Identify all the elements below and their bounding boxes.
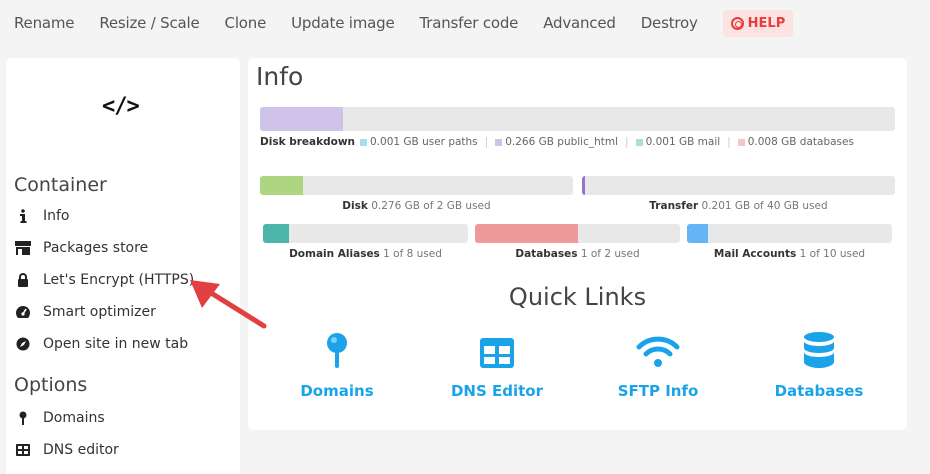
- quick-link-domains[interactable]: Domains: [267, 328, 407, 400]
- resize-scale-button[interactable]: Resize / Scale: [99, 14, 199, 32]
- mail-accounts-bar: [687, 224, 892, 243]
- clone-button[interactable]: Clone: [225, 14, 267, 32]
- legend-swatch: [495, 138, 503, 146]
- info-icon: [14, 208, 32, 224]
- disk-breakdown-label: Disk breakdown: [260, 136, 355, 148]
- container-section-title: Container: [14, 174, 107, 196]
- transfer-usage-fill: [582, 176, 585, 195]
- sidebar-item-dns-editor[interactable]: DNS editor: [14, 442, 119, 458]
- pin-icon: [14, 410, 32, 426]
- legend-swatch: [635, 138, 643, 146]
- quick-link-databases[interactable]: Databases: [749, 328, 889, 400]
- update-image-button[interactable]: Update image: [291, 14, 395, 32]
- disk-label: Disk: [342, 200, 368, 212]
- destroy-button[interactable]: Destroy: [641, 14, 698, 32]
- disk-value: 0.276 GB of 2 GB used: [371, 200, 491, 212]
- mail-accounts-fill: [687, 224, 708, 243]
- annotation-arrow-icon: [190, 280, 267, 329]
- domain-aliases-value: 1 of 8 used: [383, 248, 442, 260]
- sidebar-item-domains[interactable]: Domains: [14, 410, 105, 426]
- help-button[interactable]: HELP: [722, 9, 794, 37]
- transfer-label: Transfer: [649, 200, 699, 212]
- wifi-icon: [588, 328, 728, 368]
- help-label: HELP: [747, 15, 786, 31]
- disk-breakdown-legend: Disk breakdown 0.001 GB user paths | 0.2…: [260, 136, 854, 148]
- disk-usage-bar: [260, 176, 573, 195]
- sidebar-item-label: Domains: [43, 410, 105, 426]
- disk-usage-fill: [260, 176, 304, 195]
- quick-links-title: Quick Links: [508, 283, 647, 311]
- legend-databases: 0.008 GB databases: [747, 136, 854, 148]
- quick-link-label: Domains: [300, 382, 374, 400]
- quick-link-label: Databases: [774, 382, 864, 400]
- options-section-title: Options: [14, 374, 88, 396]
- databases-value: 1 of 2 used: [580, 248, 640, 260]
- domain-aliases-fill: [263, 224, 289, 243]
- database-icon: [749, 328, 889, 368]
- transfer-usage-bar: [582, 176, 895, 195]
- domain-aliases-bar: [263, 224, 468, 243]
- disk-breakdown-fill: [260, 107, 343, 131]
- legend-separator: |: [727, 136, 731, 148]
- legend-swatch: [360, 138, 367, 146]
- databases-caption: Databases 1 of 2 used: [475, 248, 680, 260]
- databases-bar: [475, 224, 680, 243]
- sidebar-item-open-site[interactable]: Open site in new tab: [14, 336, 188, 352]
- gauge-icon: [14, 304, 32, 320]
- sidebar-item-label: Open site in new tab: [43, 336, 189, 352]
- transfer-code-button[interactable]: Transfer code: [420, 14, 519, 32]
- databases-fill: [475, 224, 578, 243]
- sidebar-item-lets-encrypt[interactable]: Let's Encrypt (HTTPS): [14, 272, 194, 288]
- legend-separator: |: [625, 136, 629, 148]
- sidebar-item-smart-optimizer[interactable]: Smart optimizer: [14, 304, 156, 320]
- sidebar-item-packages-store[interactable]: Packages store: [14, 240, 148, 256]
- databases-label: Databases: [515, 248, 578, 260]
- legend-user-paths: 0.001 GB user paths: [370, 136, 478, 148]
- mail-accounts-label: Mail Accounts: [713, 248, 797, 260]
- action-toolbar: Rename Resize / Scale Clone Update image…: [0, 0, 930, 46]
- transfer-value: 0.201 GB of 40 GB used: [701, 200, 828, 212]
- compass-icon: [14, 336, 32, 352]
- quick-link-label: DNS Editor: [450, 382, 544, 400]
- legend-separator: |: [484, 136, 489, 148]
- info-panel: Info Disk breakdown 0.001 GB user paths …: [248, 58, 907, 430]
- info-title: Info: [256, 62, 304, 91]
- sidebar-item-label: Let's Encrypt (HTTPS): [43, 272, 195, 288]
- legend-mail: 0.001 GB mail: [645, 136, 721, 148]
- advanced-button[interactable]: Advanced: [543, 14, 616, 32]
- mail-accounts-caption: Mail Accounts 1 of 10 used: [687, 248, 892, 260]
- store-icon: [14, 240, 32, 256]
- sidebar-item-label: Smart optimizer: [43, 304, 156, 320]
- legend-swatch: [737, 138, 745, 146]
- sidebar-item-label: Info: [43, 208, 70, 224]
- disk-usage-caption: Disk 0.276 GB of 2 GB used: [260, 200, 573, 212]
- disk-breakdown-bar: [260, 107, 895, 131]
- sidebar-item-label: DNS editor: [43, 442, 119, 458]
- table-icon: [14, 442, 32, 458]
- pin-icon: [267, 328, 407, 368]
- quick-link-sftp-info[interactable]: SFTP Info: [588, 328, 728, 400]
- lifebuoy-icon: [730, 16, 744, 30]
- sidebar: </> Container Info Packages store Let's …: [6, 58, 240, 474]
- table-icon: [427, 328, 567, 368]
- legend-public-html: 0.266 GB public_html: [505, 136, 619, 148]
- domain-aliases-label: Domain Aliases: [289, 248, 380, 260]
- quick-link-label: SFTP Info: [617, 382, 699, 400]
- rename-button[interactable]: Rename: [14, 14, 75, 32]
- lock-icon: [14, 272, 32, 288]
- sidebar-item-info[interactable]: Info: [14, 208, 70, 224]
- quick-link-dns-editor[interactable]: DNS Editor: [427, 328, 567, 400]
- sidebar-item-label: Packages store: [43, 240, 149, 256]
- domain-aliases-caption: Domain Aliases 1 of 8 used: [263, 248, 468, 260]
- code-logo-icon: </>: [102, 94, 140, 119]
- transfer-usage-caption: Transfer 0.201 GB of 40 GB used: [582, 200, 895, 212]
- mail-accounts-value: 1 of 10 used: [799, 248, 866, 260]
